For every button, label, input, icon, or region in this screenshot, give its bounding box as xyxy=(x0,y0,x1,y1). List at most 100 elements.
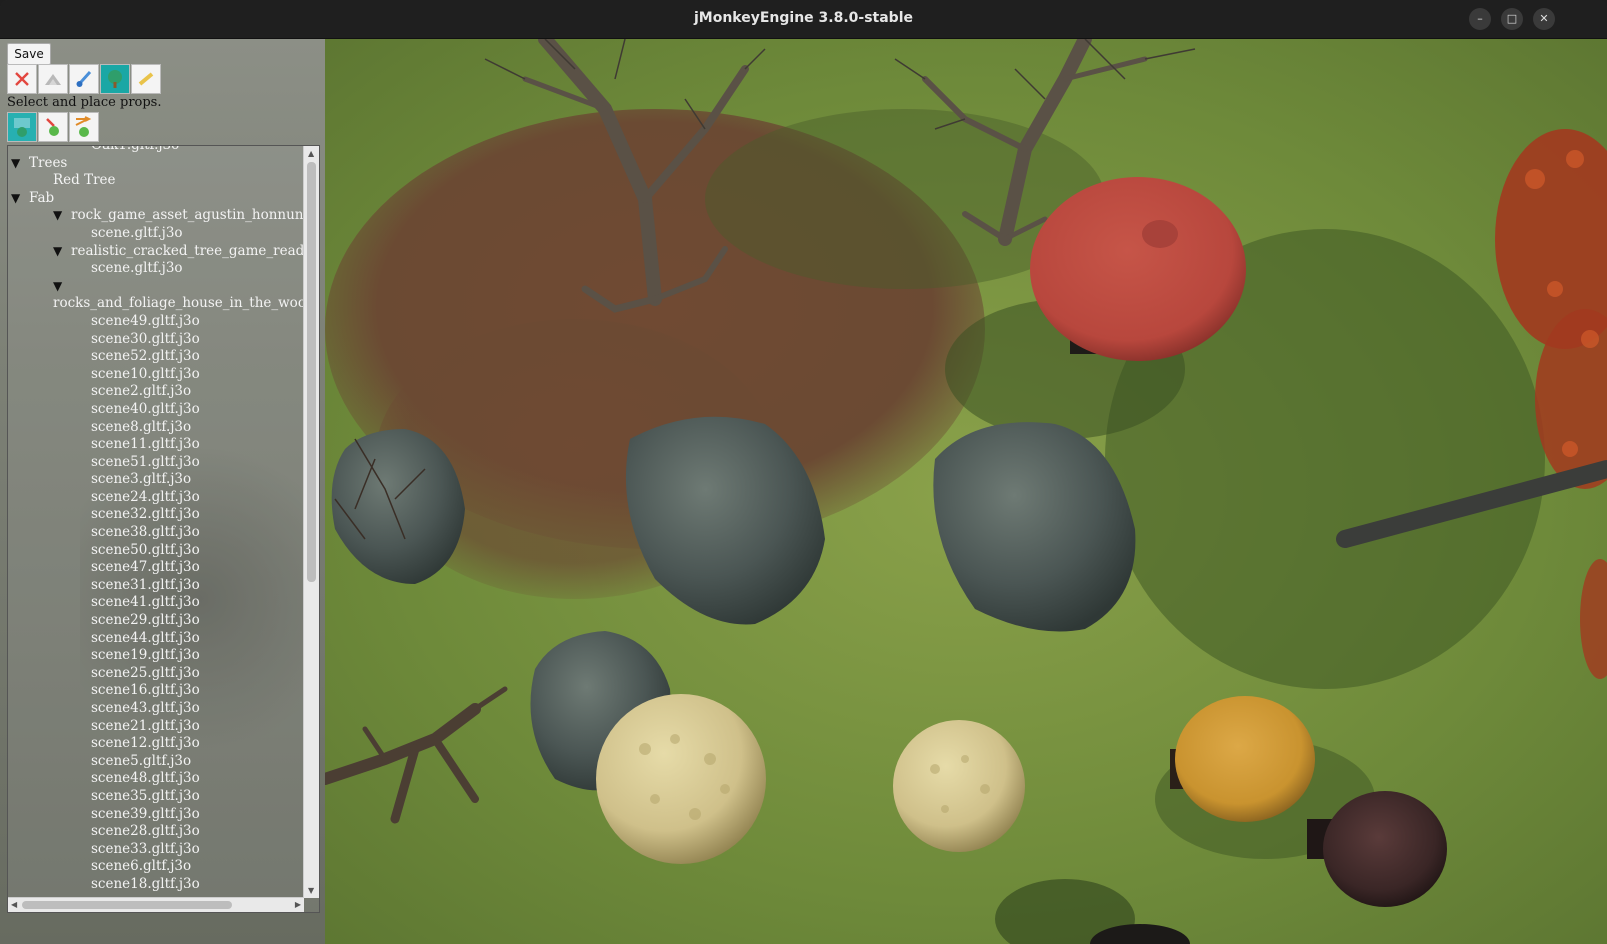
scroll-down-icon[interactable]: ▼ xyxy=(308,886,314,895)
tree-prop-icon xyxy=(108,70,122,88)
tree-row-label: scene41.gltf.j3o xyxy=(91,594,200,611)
tree-item-row[interactable]: scene25.gltf.j3o xyxy=(8,665,304,683)
tree-item-row[interactable]: scene52.gltf.j3o xyxy=(8,348,304,366)
tree-item-row[interactable]: scene33.gltf.j3o xyxy=(8,841,304,859)
tree-item-row[interactable]: scene2.gltf.j3o xyxy=(8,383,304,401)
expand-triangle-icon[interactable]: ▼ xyxy=(11,155,29,173)
tree-item-row[interactable]: scene8.gltf.j3o xyxy=(8,419,304,437)
expand-triangle-icon[interactable]: ▼ xyxy=(53,278,71,296)
tree-row-label: scene21.gltf.j3o xyxy=(91,717,200,734)
tree-item-row[interactable]: scene30.gltf.j3o xyxy=(8,331,304,349)
maximize-button[interactable]: □ xyxy=(1501,8,1523,30)
tree-item-row[interactable]: scene.gltf.j3o xyxy=(8,225,304,243)
tool-props-button[interactable] xyxy=(100,64,130,94)
tree-row-label: rock_game_asset_agustin_honnun_gltf xyxy=(71,207,304,224)
tree-item-row[interactable]: scene49.gltf.j3o xyxy=(8,313,304,331)
tree-row-label: scene8.gltf.j3o xyxy=(91,418,192,435)
tree-folder-row[interactable]: ▼ xyxy=(8,278,304,296)
asset-tree[interactable]: Oak1.gltf.j3o ▼ Trees Red Tree ▼ Fab ▼ rock_gam… xyxy=(7,145,320,913)
tree-item-row[interactable]: scene19.gltf.j3o xyxy=(8,647,304,665)
tree-row-label: scene10.gltf.j3o xyxy=(91,365,200,382)
tree-item-row[interactable]: scene24.gltf.j3o xyxy=(8,489,304,507)
tree-item-row[interactable]: Red Tree xyxy=(8,172,304,190)
tree-row-label: scene2.gltf.j3o xyxy=(91,383,192,400)
save-button[interactable]: Save xyxy=(7,43,51,65)
scroll-up-icon[interactable]: ▲ xyxy=(308,149,314,158)
tree-row-label: scene40.gltf.j3o xyxy=(91,400,200,417)
scene-viewport[interactable] xyxy=(325,39,1607,944)
tree-item-row[interactable]: scene35.gltf.j3o xyxy=(8,788,304,806)
tree-row-label: scene.gltf.j3o xyxy=(91,260,183,277)
tree-row-label: scene33.gltf.j3o xyxy=(91,840,200,857)
tree-item-row[interactable]: scene6.gltf.j3o xyxy=(8,858,304,876)
tree-horizontal-scroll-thumb[interactable] xyxy=(22,901,232,909)
tree-item-row[interactable]: rocks_and_foliage_house_in_the_woods xyxy=(8,295,304,313)
tree-item-row[interactable]: scene44.gltf.j3o xyxy=(8,630,304,648)
minimize-button[interactable]: – xyxy=(1469,8,1491,30)
tree-item-row[interactable]: scene48.gltf.j3o xyxy=(8,770,304,788)
tree-folder-row[interactable]: ▼realistic_cracked_tree_game_ready_pbr xyxy=(8,243,304,261)
tree-row-label: Fab xyxy=(29,189,55,206)
tool-hint-text: Select and place props. xyxy=(7,95,162,110)
random-scatter-icon xyxy=(75,116,92,137)
tree-item-row[interactable]: scene10.gltf.j3o xyxy=(8,366,304,384)
tree-horizontal-scrollbar[interactable]: ◀ ▶ xyxy=(8,897,304,912)
tool-delete-button[interactable] xyxy=(7,64,37,94)
tree-folder-row[interactable]: ▼rock_game_asset_agustin_honnun_gltf xyxy=(8,207,304,225)
scroll-left-icon[interactable]: ◀ xyxy=(11,900,17,909)
tree-vertical-scroll-thumb[interactable] xyxy=(307,162,316,582)
tool-ruler-button[interactable] xyxy=(131,64,161,94)
tree-item-row[interactable]: scene29.gltf.j3o xyxy=(8,612,304,630)
tree-item-row[interactable]: scene5.gltf.j3o xyxy=(8,753,304,771)
tree-item-row[interactable]: scene28.gltf.j3o xyxy=(8,823,304,841)
tree-folder-row[interactable]: ▼ Fab xyxy=(8,190,304,208)
tree-row-label: scene5.gltf.j3o xyxy=(91,752,192,769)
select-prop-button[interactable] xyxy=(7,112,37,142)
tree-item-row[interactable]: scene18.gltf.j3o xyxy=(8,876,304,894)
expand-triangle-icon[interactable]: ▼ xyxy=(11,190,29,208)
tree-item-row[interactable]: scene21.gltf.j3o xyxy=(8,718,304,736)
place-prop-icon xyxy=(46,118,59,136)
tree-item-row[interactable]: scene39.gltf.j3o xyxy=(8,806,304,824)
scatter-prop-button[interactable] xyxy=(69,112,99,142)
title-bar[interactable]: jMonkeyEngine 3.8.0-stable – □ ✕ xyxy=(0,0,1607,39)
tree-item-row[interactable]: scene50.gltf.j3o xyxy=(8,542,304,560)
tree-item-row[interactable]: scene31.gltf.j3o xyxy=(8,577,304,595)
tree-vertical-scrollbar[interactable]: ▲ ▼ xyxy=(303,146,319,898)
expand-triangle-icon[interactable]: ▼ xyxy=(53,207,71,225)
window-title: jMonkeyEngine 3.8.0-stable xyxy=(693,10,914,26)
tree-item-row[interactable]: Oak1.gltf.j3o xyxy=(8,145,304,155)
tree-row-label: scene3.gltf.j3o xyxy=(91,471,192,488)
tree-row-label: scene32.gltf.j3o xyxy=(91,506,200,523)
tree-item-row[interactable]: scene51.gltf.j3o xyxy=(8,454,304,472)
tree-item-row[interactable]: scene12.gltf.j3o xyxy=(8,735,304,753)
tree-row-label: scene.gltf.j3o xyxy=(91,224,183,241)
tree-item-row[interactable]: scene16.gltf.j3o xyxy=(8,682,304,700)
tree-item-row[interactable]: scene40.gltf.j3o xyxy=(8,401,304,419)
expand-triangle-icon[interactable]: ▼ xyxy=(53,243,71,261)
scroll-right-icon[interactable]: ▶ xyxy=(295,900,301,909)
main-content: Save Select and place props. Oak1.gltf.j… xyxy=(0,39,1607,944)
close-button[interactable]: ✕ xyxy=(1533,8,1555,30)
tree-item-row[interactable]: scene47.gltf.j3o xyxy=(8,559,304,577)
tool-terrain-button[interactable] xyxy=(38,64,68,94)
tree-item-row[interactable]: scene.gltf.j3o xyxy=(8,260,304,278)
terrain-raise-icon xyxy=(45,74,61,85)
place-prop-button[interactable] xyxy=(38,112,68,142)
tree-row-label: scene50.gltf.j3o xyxy=(91,541,200,558)
tree-row-label: scene38.gltf.j3o xyxy=(91,524,200,541)
tree-item-row[interactable]: scene32.gltf.j3o xyxy=(8,506,304,524)
delete-cross-icon xyxy=(15,72,29,86)
scene-render xyxy=(325,39,1607,944)
tree-item-row[interactable]: scene41.gltf.j3o xyxy=(8,594,304,612)
tree-item-row[interactable]: scene38.gltf.j3o xyxy=(8,524,304,542)
tree-item-row[interactable]: scene43.gltf.j3o xyxy=(8,700,304,718)
tree-row-label: scene31.gltf.j3o xyxy=(91,576,200,593)
tree-row-label: scene28.gltf.j3o xyxy=(91,823,200,840)
tree-item-row[interactable]: scene3.gltf.j3o xyxy=(8,471,304,489)
tree-row-label: Oak1.gltf.j3o xyxy=(91,145,180,153)
tool-paint-button[interactable] xyxy=(69,64,99,94)
tree-item-row[interactable]: scene11.gltf.j3o xyxy=(8,436,304,454)
tree-folder-row[interactable]: ▼ Trees xyxy=(8,155,304,173)
tree-row-label: scene44.gltf.j3o xyxy=(91,629,200,646)
